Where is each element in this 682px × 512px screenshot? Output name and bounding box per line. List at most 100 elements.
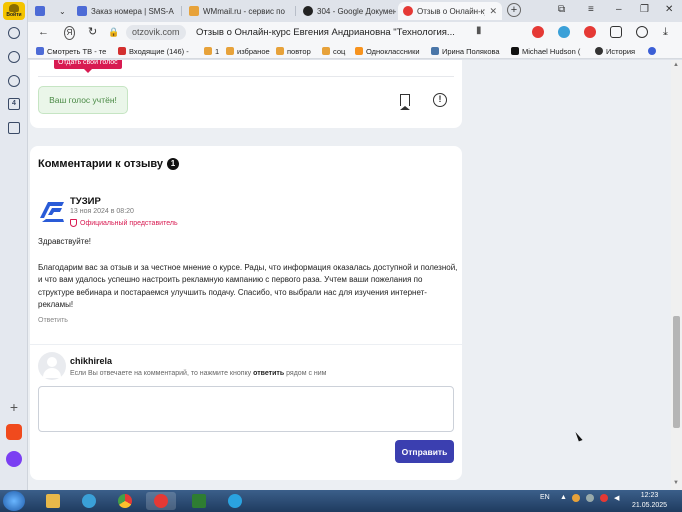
comment-greeting: Здравствуйте! [38,237,92,246]
tab-favicon [77,6,87,16]
tab-group-button[interactable] [30,2,52,20]
bookmark-item[interactable]: избраное [226,45,270,57]
taskbar-explorer[interactable] [38,492,68,510]
comments-heading: Комментарии к отзыву 1 [38,158,179,170]
folder-icon [322,47,330,55]
folder-icon [226,47,234,55]
extension-icon[interactable] [636,26,648,38]
close-window-icon[interactable]: ✕ [665,4,673,15]
bookmark-item[interactable]: соц [322,45,345,57]
clock-time: 12:23 [640,492,659,499]
login-button[interactable]: Войти [3,2,25,20]
company-logo [40,202,64,222]
taskbar-ie[interactable] [74,492,104,510]
add-panel-icon[interactable]: + [8,400,20,414]
download-icon[interactable]: ⤓ [663,26,668,38]
language-indicator[interactable]: EN [540,494,550,501]
chrome-icon [118,494,132,508]
vote-card: Отдать свой голос Ваш голос учтён! ! [30,60,462,128]
tab-label: Заказ номера | SMS-A [91,6,174,16]
folder-icon [204,47,212,55]
reply-link[interactable]: Ответить [38,317,68,324]
play-icon[interactable] [8,51,20,63]
protect-icon[interactable] [610,26,622,38]
scroll-down-icon[interactable]: ▼ [673,480,679,486]
bookmark-item[interactable]: Одноклассники [355,45,420,57]
clock-icon[interactable] [8,75,20,87]
bookmark-item[interactable]: Ирина Полякова [431,45,500,57]
reply-hint-text-end: рядом с ним [286,370,327,377]
restore-icon[interactable]: ❐ [640,4,649,15]
login-label: Войти [6,12,22,18]
bookmark-overflow[interactable] [648,45,656,57]
tab-sms[interactable]: Заказ номера | SMS-A [72,2,182,20]
minimize-icon[interactable]: – [616,4,622,15]
mail-app-icon[interactable] [6,424,22,440]
scrollbar-thumb[interactable] [673,316,680,428]
collections-icon[interactable] [8,122,20,134]
extension-icon[interactable] [532,26,544,38]
tabs-count-icon[interactable]: 4 [8,98,20,110]
folder-icon [276,47,284,55]
bookmark-item[interactable]: Входящие (146) - [118,45,189,57]
bookmark-label: 1 [215,46,220,56]
tray-app-icon[interactable] [572,494,580,502]
extension-icon[interactable] [558,26,570,38]
extension-icon[interactable] [584,26,596,38]
lock-icon[interactable]: 🔒 [108,26,119,38]
tab-list-button[interactable]: ⌄ [54,2,70,20]
taskbar-yandex[interactable] [146,492,176,510]
tray-expand-icon[interactable]: ▲ [560,494,567,501]
tray-app-icon[interactable] [600,494,608,502]
tray-app-icon[interactable] [586,494,594,502]
bookmark-label: Смотреть ТВ - те [47,46,107,56]
bookmark-icon[interactable] [399,94,410,110]
yandex-browser-icon [154,494,168,508]
submit-button[interactable]: Отправить [395,440,454,463]
start-button[interactable] [3,491,25,511]
tab-strip: ⌄ Заказ номера | SMS-A WMmail.ru - серви… [28,0,682,22]
tab-separator [295,6,296,16]
back-icon[interactable]: ← [38,26,49,38]
new-tab-button[interactable]: + [507,3,521,17]
scroll-up-icon[interactable]: ▲ [673,62,679,68]
bookmark-item[interactable]: повтор [276,45,311,57]
bookmark-label: Michael Hudson ( [522,46,581,56]
yandex-icon[interactable]: Я [64,26,75,40]
reply-hint-text: Если Вы отвечаете на комментарий, то наж… [70,370,252,377]
browser-sidebar: Войти 4 + [0,0,28,490]
comment-date: 13 ноя 2024 в 08:20 [70,208,134,215]
close-tab-icon[interactable]: ✕ [489,6,497,17]
system-clock[interactable]: 12:23 21.05.2025 [632,491,667,511]
taskbar-chrome[interactable] [110,492,140,510]
bookmark-item[interactable]: Смотреть ТВ - те [36,45,106,57]
address-page-title[interactable]: Отзыв о Онлайн-курс Евгения Андриановна … [196,25,455,40]
comments-card: Комментарии к отзыву 1 ТУЗИР 13 ноя 2024… [30,146,462,480]
bookmark-label: Ирина Полякова [442,46,500,56]
bookmark-page-icon[interactable]: ▮ [476,25,482,36]
collections-icon[interactable]: ⧉ [558,4,565,15]
page-scrollbar[interactable]: ▲ ▼ [671,60,682,490]
bookmark-item[interactable]: Michael Hudson ( [511,45,580,57]
tab-otzovik[interactable]: Отзыв о Онлайн-курс ✕ [398,2,502,20]
reload-icon[interactable]: ↻ [88,26,97,38]
tab-wmmail[interactable]: WMmail.ru - сервис по [184,2,296,20]
menu-icon[interactable]: ≡ [588,4,594,15]
tab-google-docs[interactable]: 304 - Google Докумен [298,2,396,20]
tab-label: WMmail.ru - сервис по [203,6,285,16]
comment-author[interactable]: ТУЗИР [70,196,101,207]
url-host[interactable]: otzovik.com [126,25,186,40]
report-icon[interactable]: ! [433,93,447,107]
taskbar-telegram[interactable] [220,492,250,510]
history-icon[interactable] [8,27,20,39]
comment-textarea[interactable] [38,386,454,432]
comment-body: Благодарим вас за отзыв и за честное мне… [38,263,458,310]
bookmark-item[interactable]: История [595,45,635,57]
bookmark-label: повтор [287,46,311,56]
volume-icon[interactable]: ◀ [614,494,619,502]
alice-app-icon[interactable] [6,451,22,467]
bookmark-item[interactable]: 1 [204,45,219,57]
mail-icon [118,47,126,55]
taskbar-excel[interactable] [184,492,214,510]
vote-tooltip: Отдать свой голос [54,60,122,73]
